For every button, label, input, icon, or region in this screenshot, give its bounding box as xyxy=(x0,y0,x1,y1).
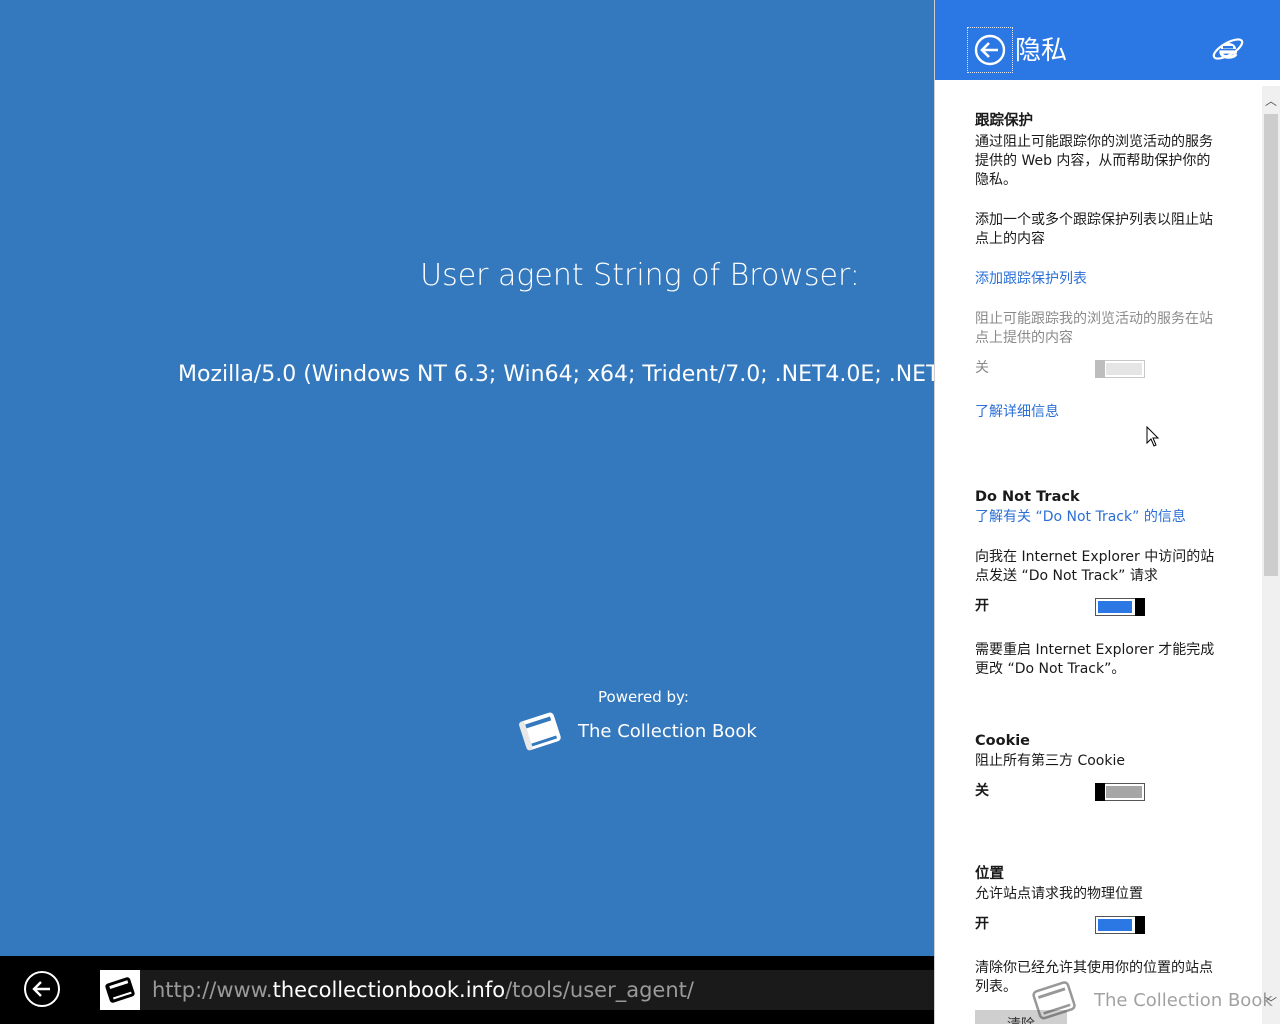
tracking-protection-heading: 跟踪保护 xyxy=(975,113,1033,129)
powered-by-label: Powered by: xyxy=(598,688,689,706)
location-heading: 位置 xyxy=(975,866,1004,882)
url-path: /tools/user_agent/ xyxy=(505,978,694,1002)
site-favicon xyxy=(100,970,140,1010)
browser-back-button[interactable] xyxy=(24,971,60,1007)
third-party-cookie-toggle[interactable] xyxy=(1095,783,1145,801)
mouse-cursor-icon xyxy=(1146,426,1160,447)
do-not-track-info-link[interactable]: 了解有关 “Do Not Track” 的信息 xyxy=(975,508,1186,527)
book-icon xyxy=(105,977,135,1003)
pane-header: 隐私 xyxy=(935,0,1280,80)
do-not-track-toggle[interactable] xyxy=(1095,598,1145,616)
brand-name: The Collection Book xyxy=(578,720,757,742)
url-host: thecollectionbook.info xyxy=(272,978,506,1002)
internet-explorer-icon xyxy=(1212,38,1244,60)
tracking-add-text: 添加一个或多个跟踪保护列表以阻止站点上的内容 xyxy=(975,212,1213,247)
do-not-track-send-text: 向我在 Internet Explorer 中访问的站点发送 “Do Not T… xyxy=(975,549,1215,584)
add-tracking-list-link[interactable]: 添加跟踪保护列表 xyxy=(975,270,1087,289)
do-not-track-heading: Do Not Track xyxy=(975,489,1080,505)
tracking-protection-description: 通过阻止可能跟踪你的浏览活动的服务提供的 Web 内容，从而帮助保护你的隐私。 xyxy=(975,134,1213,188)
do-not-track-toggle-label: 开 xyxy=(975,598,989,614)
privacy-settings-pane: 隐私 跟踪保护 通过阻止可能跟踪你的浏览活动的服务提供的 Web 内容，从而帮助… xyxy=(934,0,1280,1024)
back-arrow-icon xyxy=(32,981,50,997)
book-icon xyxy=(1032,981,1076,1020)
user-agent-string: Mozilla/5.0 (Windows NT 6.3; Win64; x64;… xyxy=(178,362,934,387)
url-prefix: http://www. xyxy=(152,978,273,1002)
learn-more-link[interactable]: 了解详细信息 xyxy=(975,403,1059,422)
location-toggle-label: 开 xyxy=(975,916,989,932)
location-toggle[interactable] xyxy=(1095,916,1145,934)
page-heading: User agent String of Browser: xyxy=(420,258,860,293)
location-text: 允许站点请求我的物理位置 xyxy=(975,886,1143,902)
tracking-toggle-label: 关 xyxy=(975,360,989,376)
pane-title: 隐私 xyxy=(1015,36,1068,66)
tracking-block-text: 阻止可能跟踪我的浏览活动的服务在站点上提供的内容 xyxy=(975,311,1213,346)
pane-back-button[interactable] xyxy=(967,27,1013,73)
brand-link[interactable]: The Collection Book xyxy=(514,706,757,756)
watermark-text: The Collection Book xyxy=(1094,989,1273,1011)
address-bar[interactable]: http://www. thecollectionbook.info/tools/… xyxy=(140,970,934,1010)
book-icon xyxy=(519,712,561,751)
web-page-content: User agent String of Browser: Mozilla/5.… xyxy=(0,0,934,956)
scrollbar-thumb[interactable] xyxy=(1264,114,1278,576)
cookie-heading: Cookie xyxy=(975,733,1031,749)
scroll-up-icon[interactable]: ︿ xyxy=(1264,94,1278,108)
back-arrow-icon xyxy=(974,34,1006,66)
do-not-track-restart-note: 需要重启 Internet Explorer 才能完成更改 “Do Not Tr… xyxy=(975,642,1215,677)
cookie-toggle-label: 关 xyxy=(975,783,989,799)
watermark: The Collection Book xyxy=(1028,976,1273,1024)
cookie-text: 阻止所有第三方 Cookie xyxy=(975,753,1125,769)
tracking-protection-toggle[interactable] xyxy=(1095,360,1145,378)
